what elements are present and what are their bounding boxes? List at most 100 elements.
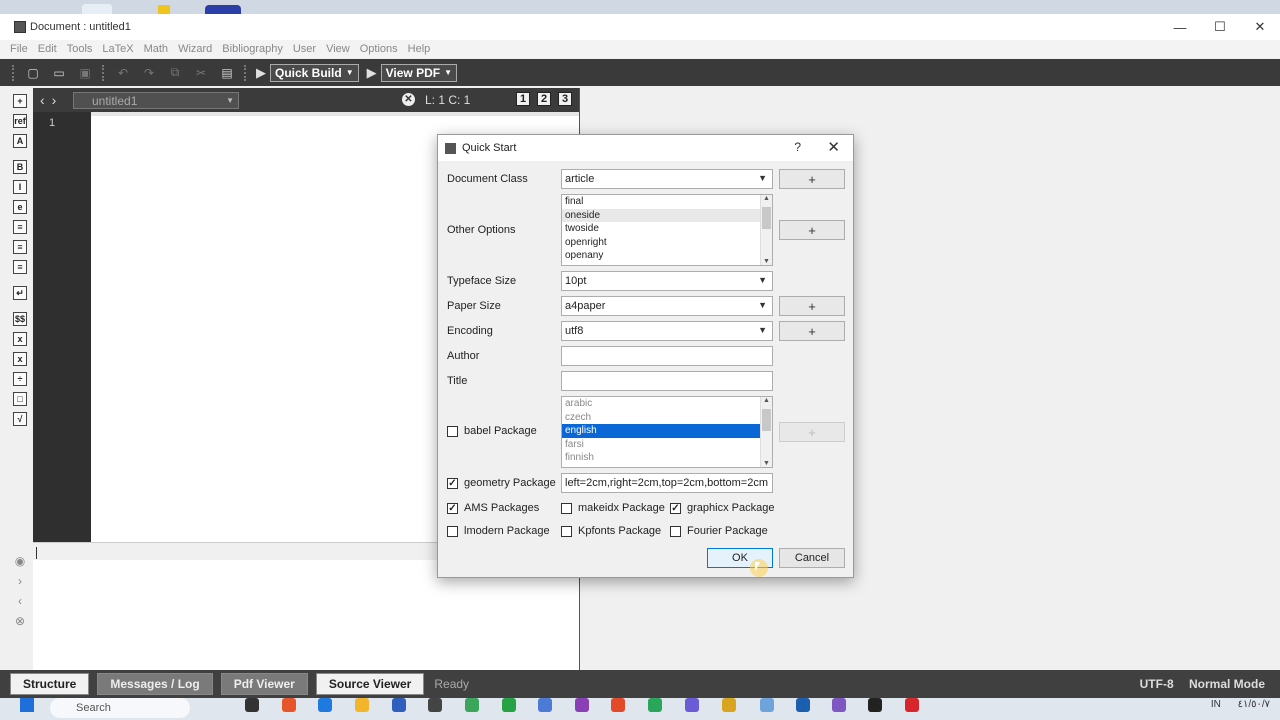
taskbar-app-icon[interactable]: [282, 698, 296, 712]
taskbar-app-icon[interactable]: [796, 698, 810, 712]
close-document-icon[interactable]: ✕: [402, 93, 415, 106]
windows-start-icon[interactable]: [20, 698, 34, 712]
graphicx-package-checkbox[interactable]: ✓ graphicx Package: [670, 502, 774, 514]
checkbox-box[interactable]: [670, 525, 681, 537]
taskbar-app-icon[interactable]: [392, 698, 406, 712]
ref-icon[interactable]: ref: [13, 114, 27, 128]
symbol-icon[interactable]: A: [13, 134, 27, 148]
eye-icon[interactable]: ◉: [8, 554, 32, 568]
tab-messages-log[interactable]: Messages / Log: [97, 673, 213, 695]
save-icon[interactable]: ▣: [77, 65, 93, 81]
taskbar-app-icon[interactable]: [760, 698, 774, 712]
back-icon[interactable]: ‹: [40, 92, 45, 108]
taskbar-app-icon[interactable]: [428, 698, 442, 712]
newline-icon[interactable]: ↵: [13, 286, 27, 300]
menu-user[interactable]: User: [293, 43, 316, 55]
menu-math[interactable]: Math: [144, 43, 168, 55]
scrollbar[interactable]: ▲ ▼: [760, 195, 772, 265]
fraction-icon[interactable]: x: [13, 332, 27, 346]
paste-icon[interactable]: ▤: [219, 65, 235, 81]
play-icon[interactable]: ▶: [256, 65, 266, 81]
list-item[interactable]: twoside: [562, 222, 772, 236]
encoding-select[interactable]: utf8 ▼: [561, 321, 773, 341]
checkbox-box[interactable]: ✓: [447, 477, 458, 489]
copy-icon[interactable]: ⧉: [167, 65, 183, 81]
minimize-button[interactable]: —: [1160, 14, 1200, 40]
author-input[interactable]: [561, 346, 773, 366]
taskbar-app-icon[interactable]: [355, 698, 369, 712]
geometry-options-input[interactable]: left=2cm,right=2cm,top=2cm,bottom=2cm: [561, 473, 773, 493]
taskbar-app-icon[interactable]: [611, 698, 625, 712]
forward-icon[interactable]: ›: [52, 92, 57, 108]
scroll-thumb[interactable]: [762, 207, 771, 229]
subscript-icon[interactable]: x: [13, 352, 27, 366]
scroll-up-icon[interactable]: ▲: [763, 195, 770, 202]
geometry-package-checkbox[interactable]: ✓ geometry Package: [447, 477, 556, 489]
quick-build-button[interactable]: Quick Build ▼: [270, 63, 359, 82]
title-input[interactable]: [561, 371, 773, 391]
emph-icon[interactable]: e: [13, 200, 27, 214]
scroll-up-icon[interactable]: ▲: [763, 397, 770, 404]
menu-help[interactable]: Help: [408, 43, 431, 55]
align-left-icon[interactable]: ≡: [13, 220, 27, 234]
clock[interactable]: ٤١/٥٠/٧: [1238, 699, 1270, 710]
align-center-icon[interactable]: ≡: [13, 240, 27, 254]
matrix-icon[interactable]: □: [13, 392, 27, 406]
taskbar-app-icon[interactable]: [538, 698, 552, 712]
play-icon[interactable]: ▶: [367, 65, 377, 81]
view-1-button[interactable]: 1: [516, 92, 530, 106]
other-options-list[interactable]: final oneside twoside openright openany …: [561, 194, 773, 266]
fourier-package-checkbox[interactable]: Fourier Package: [670, 525, 768, 537]
paper-size-select[interactable]: a4paper ▼: [561, 296, 773, 316]
align-right-icon[interactable]: ≡: [13, 260, 27, 274]
redo-icon[interactable]: ↷: [141, 65, 157, 81]
menu-view[interactable]: View: [326, 43, 350, 55]
checkbox-box[interactable]: [447, 425, 458, 437]
view-2-button[interactable]: 2: [537, 92, 551, 106]
taskbar-search[interactable]: Search: [50, 698, 190, 718]
help-button[interactable]: ?: [794, 140, 801, 154]
chevron-right-icon[interactable]: ›: [8, 574, 32, 588]
dollar-icon[interactable]: $$: [13, 312, 27, 326]
close-window-button[interactable]: ✕: [1240, 14, 1280, 40]
taskbar-app-icon[interactable]: [722, 698, 736, 712]
undo-icon[interactable]: ↶: [115, 65, 131, 81]
scroll-thumb[interactable]: [762, 409, 771, 431]
taskbar-app-icon[interactable]: [868, 698, 882, 712]
taskbar-app-icon[interactable]: [318, 698, 332, 712]
italic-icon[interactable]: I: [13, 180, 27, 194]
scrollbar[interactable]: ▲ ▼: [760, 397, 772, 467]
list-item-selected[interactable]: english: [562, 424, 772, 438]
scroll-down-icon[interactable]: ▼: [763, 258, 770, 265]
list-item[interactable]: openany: [562, 249, 772, 263]
list-item[interactable]: farsi: [562, 438, 772, 452]
view-pdf-button[interactable]: View PDF ▼: [380, 63, 457, 82]
menu-tools[interactable]: Tools: [67, 43, 93, 55]
list-item[interactable]: final: [562, 195, 772, 209]
taskbar-app-icon[interactable]: [648, 698, 662, 712]
mode-indicator[interactable]: Normal Mode: [1189, 677, 1265, 691]
cancel-button[interactable]: Cancel: [779, 548, 845, 568]
checkbox-box[interactable]: ✓: [447, 502, 458, 514]
menu-wizard[interactable]: Wizard: [178, 43, 212, 55]
open-folder-icon[interactable]: ▭: [51, 65, 67, 81]
insert-icon[interactable]: +: [13, 94, 27, 108]
babel-language-list[interactable]: arabic czech english farsi finnish ▲ ▼: [561, 396, 773, 468]
chevron-left-icon[interactable]: ‹: [8, 594, 32, 608]
taskbar-app-icon[interactable]: [905, 698, 919, 712]
dialog-close-button[interactable]: ✕: [827, 138, 840, 156]
makeidx-package-checkbox[interactable]: makeidx Package: [561, 502, 665, 514]
add-document-class-button[interactable]: +: [779, 169, 845, 189]
list-item[interactable]: openright: [562, 236, 772, 250]
babel-package-checkbox[interactable]: babel Package: [447, 425, 537, 437]
sqrt-icon[interactable]: √: [13, 412, 27, 426]
scroll-down-icon[interactable]: ▼: [763, 460, 770, 467]
kpfonts-package-checkbox[interactable]: Kpfonts Package: [561, 525, 661, 537]
menu-bibliography[interactable]: Bibliography: [222, 43, 283, 55]
list-item[interactable]: oneside: [562, 208, 772, 222]
menu-file[interactable]: File: [10, 43, 28, 55]
menu-edit[interactable]: Edit: [38, 43, 57, 55]
add-paper-size-button[interactable]: +: [779, 296, 845, 316]
checkbox-box[interactable]: [561, 525, 572, 537]
bold-icon[interactable]: B: [13, 160, 27, 174]
